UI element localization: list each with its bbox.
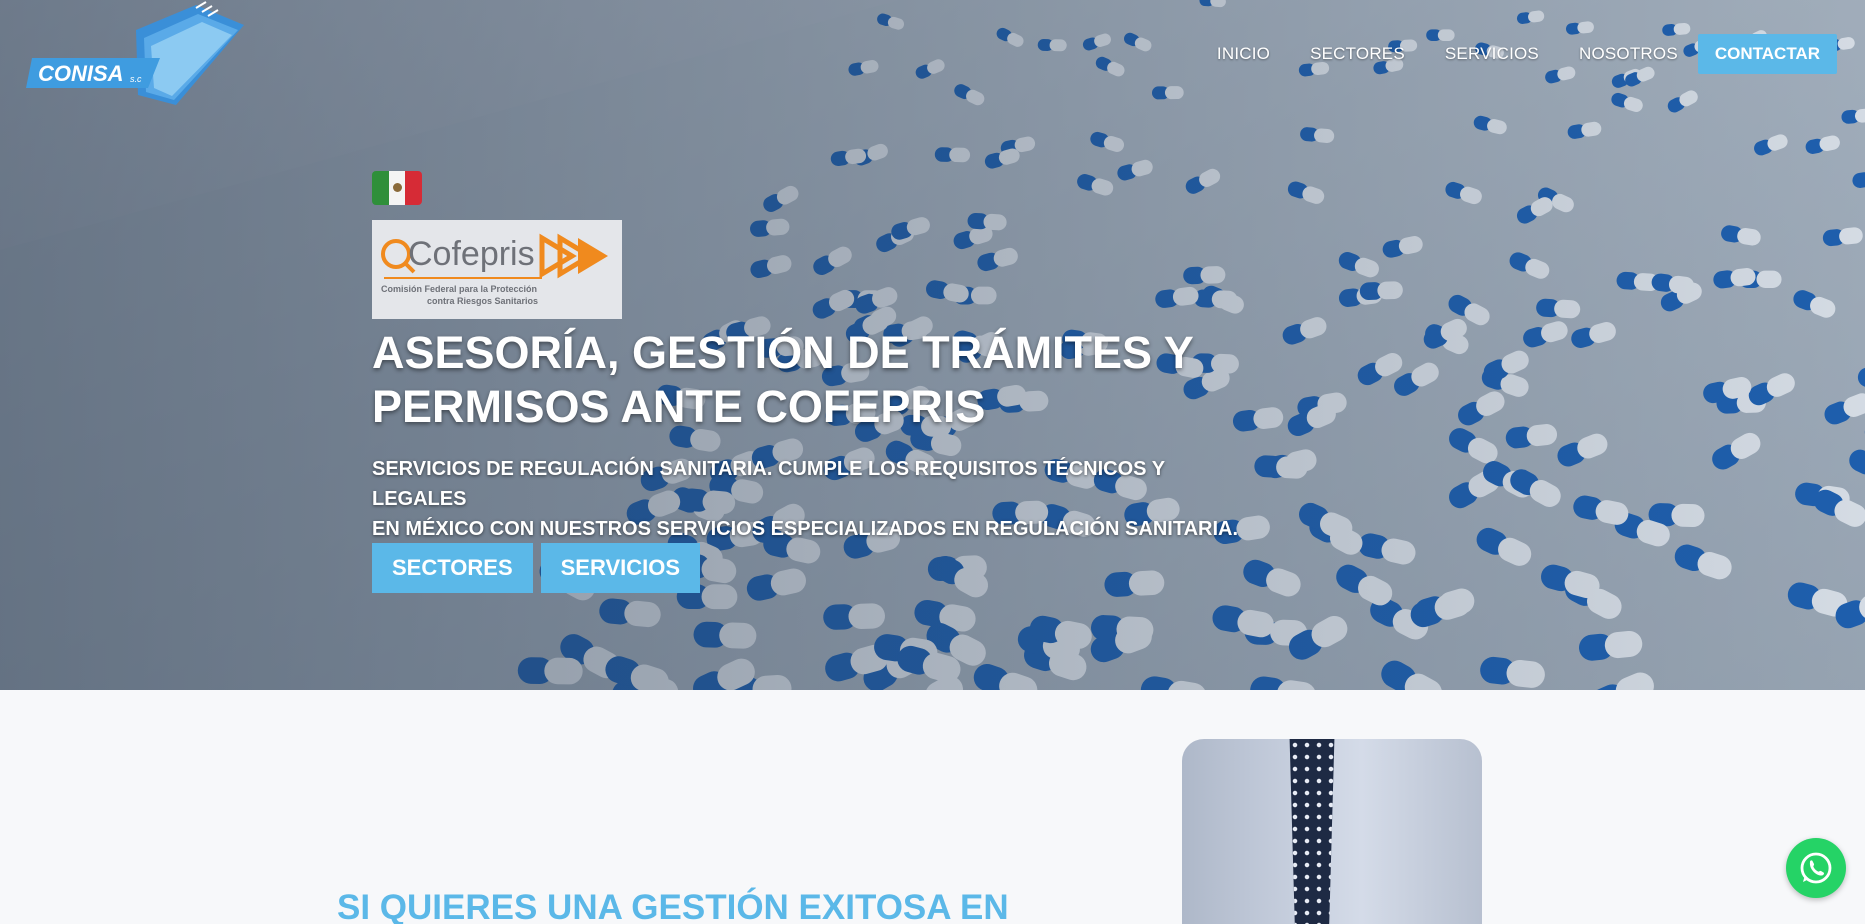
hero-section: CONISA s.c INICIO SECTORES SERVICIOS NOS… <box>0 0 1865 690</box>
hero-subtitle: SERVICIOS DE REGULACIÓN SANITARIA. CUMPL… <box>372 454 1252 544</box>
hero-subtitle-line2: EN MÉXICO CON NUESTROS SERVICIOS ESPECIA… <box>372 518 1239 540</box>
cofepris-line2: contra Riesgos Sanitarios <box>427 296 538 306</box>
logo-text: CONISA <box>38 61 124 86</box>
sectores-button[interactable]: SECTORES <box>372 543 533 593</box>
nav-inicio[interactable]: INICIO <box>1217 44 1270 64</box>
hero-buttons: SECTORES SERVICIOS <box>372 543 708 593</box>
section-title: SI QUIERES UNA GESTIÓN EXITOSA EN <box>337 888 1009 924</box>
cofepris-logo: Cofepris Comisión Federal para la Protec… <box>372 220 622 319</box>
tie-graphic <box>1289 739 1335 924</box>
cofepris-name: Cofepris <box>408 235 535 273</box>
nav-servicios[interactable]: SERVICIOS <box>1445 44 1539 64</box>
consultant-photo <box>1182 739 1482 924</box>
hero-subtitle-line1: SERVICIOS DE REGULACIÓN SANITARIA. CUMPL… <box>372 458 1165 510</box>
servicios-button[interactable]: SERVICIOS <box>540 543 701 593</box>
hero-title-line2: PERMISOS ANTE COFEPRIS <box>372 381 986 432</box>
main-nav: INICIO SECTORES SERVICIOS NOSOTROS CONTA… <box>1177 34 1837 74</box>
whatsapp-icon[interactable] <box>1786 838 1846 898</box>
cofepris-line1: Comisión Federal para la Protección <box>381 284 537 294</box>
logo-suffix: s.c <box>130 74 142 84</box>
contactar-button[interactable]: CONTACTAR <box>1697 34 1837 74</box>
conisa-logo[interactable]: CONISA s.c <box>26 0 246 112</box>
nav-sectores[interactable]: SECTORES <box>1310 44 1405 64</box>
hero-title-line1: ASESORÍA, GESTIÓN DE TRÁMITES Y <box>372 327 1194 378</box>
mexico-flag-icon <box>372 171 422 205</box>
page: CONISA s.c INICIO SECTORES SERVICIOS NOS… <box>0 0 1865 924</box>
nav-nosotros[interactable]: NOSOTROS <box>1579 44 1678 64</box>
hero-title: ASESORÍA, GESTIÓN DE TRÁMITES Y PERMISOS… <box>372 326 1272 434</box>
whatsapp-glyph-icon <box>1800 852 1832 884</box>
